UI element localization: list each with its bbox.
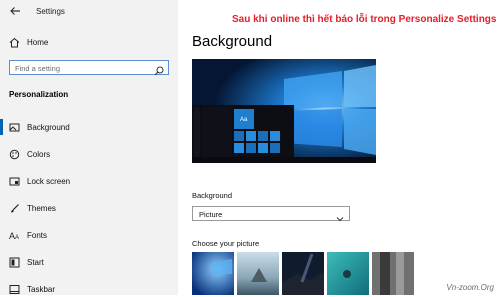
sidebar: Settings Home Find a setting Personaliza…: [0, 0, 178, 295]
picture-thumbnail[interactable]: [282, 252, 324, 295]
chevron-down-icon: [336, 210, 344, 222]
watermark: Vn-zoom.Org: [446, 283, 494, 292]
dropdown-value: Picture: [199, 210, 223, 219]
back-arrow-icon[interactable]: [8, 5, 22, 19]
search-placeholder: Find a setting: [15, 64, 61, 73]
main-content: Background Aa Background Picture Choose …: [178, 0, 500, 295]
search-input[interactable]: Find a setting: [9, 60, 169, 76]
picture-thumbnail[interactable]: [192, 252, 234, 295]
background-preview: Aa: [192, 59, 376, 163]
taskbar-icon: [8, 283, 20, 295]
sidebar-item-label: Home: [27, 38, 49, 47]
annotation-banner: Sau khi online thì hết báo lỗi trong Per…: [232, 14, 497, 25]
sidebar-item-background[interactable]: Background: [0, 119, 178, 135]
sidebar-item-colors[interactable]: Colors: [0, 146, 178, 162]
lock-screen-icon: [8, 175, 20, 187]
background-field-label: Background: [192, 191, 233, 200]
brush-icon: [8, 202, 20, 214]
app-title: Settings: [36, 7, 65, 16]
picture-icon: [8, 121, 20, 133]
sidebar-item-home[interactable]: Home: [0, 34, 178, 50]
sidebar-item-lock-screen[interactable]: Lock screen: [0, 173, 178, 189]
sidebar-item-label: Lock screen: [27, 177, 71, 186]
title-bar: Settings: [0, 0, 178, 26]
font-icon: AA: [8, 229, 20, 241]
sidebar-item-label: Taskbar: [27, 285, 56, 294]
sidebar-item-start[interactable]: Start: [0, 254, 178, 270]
search-icon[interactable]: [154, 63, 164, 76]
page-title: Background: [192, 33, 273, 50]
sidebar-item-label: Fonts: [27, 231, 48, 240]
background-type-dropdown[interactable]: Picture: [192, 206, 350, 222]
picture-thumbnail[interactable]: [327, 252, 369, 295]
sidebar-item-fonts[interactable]: AA Fonts: [0, 227, 178, 243]
sidebar-item-label: Themes: [27, 204, 56, 213]
sidebar-item-label: Colors: [27, 150, 51, 159]
picture-thumbnail[interactable]: [372, 252, 414, 295]
svg-text:A: A: [15, 235, 19, 241]
sidebar-item-label: Start: [27, 258, 44, 267]
sidebar-item-label: Background: [27, 123, 70, 132]
preview-tile-label: Aa: [240, 117, 248, 123]
home-icon: [8, 36, 20, 48]
palette-icon: [8, 148, 20, 160]
section-title: Personalization: [9, 90, 69, 99]
sidebar-item-themes[interactable]: Themes: [0, 200, 178, 216]
start-icon: [8, 256, 20, 268]
choose-picture-label: Choose your picture: [192, 239, 260, 248]
picture-thumbnail[interactable]: [237, 252, 279, 295]
